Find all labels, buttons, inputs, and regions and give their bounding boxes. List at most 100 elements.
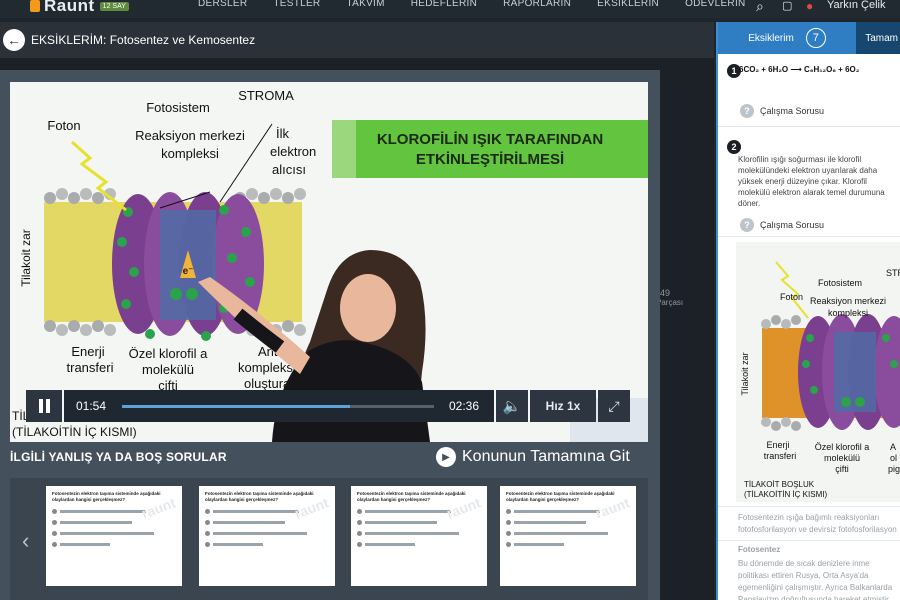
- question-option: [205, 530, 329, 536]
- slide-label-tilakoit: Tilakoit zar: [19, 229, 33, 287]
- video-player[interactable]: KLOROFİLİN IŞIK TARAFINDAN ETKİNLEŞTİRİL…: [10, 82, 648, 442]
- item-2-thumbnail[interactable]: Fotosistem STR Foton Reaksiyon merkezi k…: [736, 242, 900, 502]
- logo-mark-icon: [30, 0, 40, 12]
- panel-tabs: Eksiklerim 7 Tamam: [718, 22, 900, 54]
- question-card[interactable]: Fotosentezin elektron taşıma sisteminde …: [199, 486, 335, 586]
- slide-label-foton: Foton: [47, 118, 80, 133]
- slide-label-ozel-2: molekülü: [142, 362, 194, 377]
- thumb-label-enerji-1: Enerji: [766, 440, 789, 450]
- item-4-title: Fotosentez: [738, 545, 781, 554]
- thumbnail-diagram: Fotosistem STR Foton Reaksiyon merkezi k…: [740, 261, 900, 499]
- thumb-photon: [775, 261, 809, 319]
- tab-count-badge: 7: [805, 28, 826, 48]
- slide-label-enerji-2: transferi: [67, 360, 114, 375]
- thumb-label-reaksiyon-1: Reaksiyon merkezi: [810, 296, 886, 306]
- question-card[interactable]: Fotosentezin elektron taşıma sisteminde …: [46, 486, 182, 586]
- question-option: [357, 519, 481, 525]
- lesson-header: ← EKSİKLERİM: Fotosentez ve Kemosentez: [0, 22, 714, 58]
- speaker-icon: 🔈: [502, 398, 522, 415]
- video-controls: 01:54 02:36 🔈 Hız 1x ⤢: [26, 390, 630, 422]
- divider: [718, 236, 900, 237]
- thumb-label-bottom-1: TİLAKOİT BOŞLUK: [744, 480, 815, 489]
- fullscreen-button[interactable]: ⤢: [598, 390, 630, 422]
- slide-label-bottom-2: (TİLAKOİTİN İÇ KISMI): [12, 425, 137, 439]
- nav-item-testler[interactable]: TESTLER: [273, 0, 320, 9]
- pause-icon: [38, 399, 50, 413]
- slide-label-stroma: STROMA: [238, 88, 294, 103]
- notification-icon[interactable]: ●: [806, 0, 813, 12]
- item-2-study-label: Çalışma Sorusu: [760, 220, 825, 230]
- question-card[interactable]: Fotosentezin elektron taşıma sisteminde …: [351, 486, 487, 586]
- item-4-text: Bu dönemde de sıcak denizlere inme polit…: [738, 559, 893, 600]
- question-option: [357, 530, 481, 536]
- item-1-study-label: Çalışma Sorusu: [760, 106, 825, 116]
- back-button[interactable]: ←: [3, 29, 25, 51]
- play-circle-icon: ▶: [436, 447, 456, 467]
- item-2-study-question[interactable]: ? Çalışma Sorusu: [740, 218, 824, 232]
- seek-progress: [122, 405, 350, 408]
- lesson-title: EKSİKLERİM: Fotosentez ve Kemosentez: [31, 33, 256, 47]
- top-navigation: Raunt 12 SAY DERSLER TESTLER TAKVIM HEDE…: [0, 0, 900, 18]
- thumb-photosystem: [798, 314, 900, 430]
- banner-line-2: ETKİNLEŞTİRİLMESİ: [416, 151, 564, 168]
- question-option: [506, 541, 630, 547]
- slide-label-ozel-1: Özel klorofil a: [129, 346, 209, 361]
- search-icon[interactable]: ⌕: [756, 0, 764, 13]
- carousel-prev-icon[interactable]: ‹: [22, 528, 29, 554]
- pause-button[interactable]: [26, 390, 62, 422]
- video-modal: KLOROFİLİN IŞIK TARAFINDAN ETKİNLEŞTİRİL…: [0, 70, 660, 600]
- nav-item-takvim[interactable]: TAKVIM: [346, 0, 384, 9]
- thumb-label-tilakoit: Tilakoit zar: [740, 352, 750, 395]
- divider: [718, 126, 900, 127]
- main-nav: DERSLER TESTLER TAKVIM HEDEFLERIN RAPORL…: [198, 0, 772, 9]
- nav-item-odevlerin[interactable]: ODEVLERIN: [685, 0, 746, 9]
- thumb-label-fotosistem: Fotosistem: [818, 278, 862, 288]
- item-1-study-question[interactable]: ? Çalışma Sorusu: [740, 104, 824, 118]
- banner-line-1: KLOROFİLİN IŞIK TARAFINDAN: [377, 131, 603, 148]
- thumb-label-anten-2: ol: [890, 453, 897, 463]
- seek-slider[interactable]: [122, 405, 434, 408]
- question-card[interactable]: Fotosentezin elektron taşıma sisteminde …: [500, 486, 636, 586]
- item-3-text: Fotosentezin ışığa bağımlı reaksiyonları…: [738, 513, 897, 534]
- current-time: 01:54: [76, 399, 107, 413]
- logo-text: Raunt: [44, 0, 95, 15]
- thumb-label-enerji-2: transferi: [764, 451, 797, 461]
- thumb-label-ozel-2: molekülü: [824, 453, 860, 463]
- item-2-text: Klorofilin ışığı soğurması ile klorofil …: [738, 155, 885, 209]
- thumb-label-stroma: STR: [886, 268, 900, 278]
- question-option: [52, 519, 176, 525]
- volume-button[interactable]: 🔈: [496, 390, 528, 422]
- thumb-label-anten-1: A: [890, 442, 896, 452]
- slide-label-enerji-1: Enerji: [71, 344, 104, 359]
- help-icon[interactable]: ▢: [782, 0, 792, 12]
- background-number: 49: [660, 288, 671, 298]
- deficiencies-panel: Eksiklerim 7 Tamam 1 6CO₂ + 6H₂O ⟶ C₆H₁₂…: [716, 22, 900, 600]
- electron-label: e⁻: [183, 266, 194, 277]
- goto-full-topic-button[interactable]: ▶ Konunun Tamamına Git: [436, 447, 630, 467]
- question-option: [506, 519, 630, 525]
- app-logo[interactable]: Raunt 12 SAY: [30, 0, 129, 16]
- arrow-left-icon: ←: [7, 32, 21, 48]
- thumb-label-anten-3: pig: [888, 464, 900, 474]
- tab-tamamlanan[interactable]: Tamam: [856, 22, 900, 54]
- nav-item-eksiklerin[interactable]: EKSIKLERIN: [597, 0, 659, 9]
- slide-label-ilk-2: elektron: [270, 144, 316, 159]
- nav-item-dersler[interactable]: DERSLER: [198, 0, 247, 9]
- nav-item-raporlarin[interactable]: RAPORLARIN: [503, 0, 571, 9]
- thumb-label-foton: Foton: [780, 292, 803, 302]
- item-1-formula: 6CO₂ + 6H₂O ⟶ C₆H₁₂O₆ + 6O₂: [739, 65, 860, 74]
- lesson-slide: KLOROFİLİN IŞIK TARAFINDAN ETKİNLEŞTİRİL…: [12, 88, 648, 442]
- timeline-bar: 01:54 02:36: [64, 390, 494, 422]
- slide-label-ilk-3: alıcısı: [272, 162, 306, 177]
- nav-item-hedeflerin[interactable]: HEDEFLERIN: [411, 0, 477, 9]
- speed-button[interactable]: Hız 1x: [530, 390, 596, 422]
- question-option: [357, 541, 481, 547]
- question-option: [205, 541, 329, 547]
- tab-eksiklerim[interactable]: Eksiklerim 7: [718, 22, 856, 54]
- slide-banner-fade: [332, 120, 356, 178]
- slide-label-fotosistem: Fotosistem: [146, 100, 210, 115]
- question-option: [506, 530, 630, 536]
- user-name[interactable]: Yarkın Çelik: [827, 0, 885, 11]
- goto-full-topic-label: Konunun Tamamına Git: [462, 448, 630, 465]
- logo-badge: 12 SAY: [99, 1, 129, 11]
